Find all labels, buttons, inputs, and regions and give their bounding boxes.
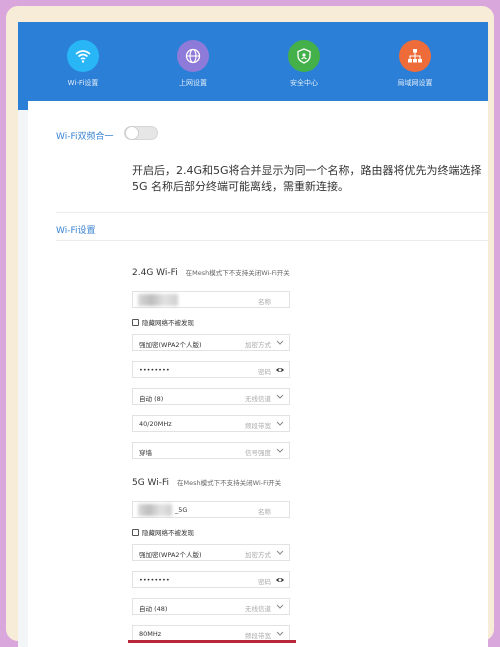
- eye-icon[interactable]: [275, 365, 285, 375]
- band-24-bandwidth-hint: 频段带宽: [245, 422, 271, 430]
- nav-label-lan: 局域网设置: [397, 79, 433, 87]
- dual-band-toggle[interactable]: [124, 126, 158, 140]
- band-24-encryption-select[interactable]: 强加密(WPA2个人版) 加密方式: [132, 334, 290, 351]
- section-divider: [56, 212, 488, 213]
- nav-label-security: 安全中心: [290, 79, 318, 87]
- chevron-down-icon: [276, 394, 284, 399]
- chevron-down-icon: [276, 340, 284, 345]
- band-5-bandwidth-hint: 频段带宽: [245, 632, 271, 640]
- redacted-ssid: [138, 294, 178, 306]
- band-5-encryption-hint: 加密方式: [245, 551, 271, 559]
- section-title-underline: [56, 240, 488, 241]
- settings-panel: Wi-Fi双频合一 开启后，2.4G和5G将合并显示为同一个名称，路由器将优先为…: [28, 101, 488, 647]
- band-5-hide-network[interactable]: 隐藏网络不被发现: [132, 527, 194, 537]
- band-5-name-input[interactable]: _5G 名称: [132, 501, 290, 518]
- band-5-password-value: ••••••••: [139, 576, 170, 584]
- band-5-channel-select[interactable]: 自动 (48) 无线信道: [132, 598, 290, 615]
- band-5-note: 在Mesh模式下不支持关闭Wi-Fi开关: [177, 479, 282, 487]
- band-5-name-suffix: _5G: [175, 506, 188, 514]
- band-24-encryption-value: 强加密(WPA2个人版): [139, 341, 202, 349]
- band-24-channel-select[interactable]: 自动 (8) 无线信道: [132, 388, 290, 405]
- highlight-underline: [128, 640, 296, 643]
- dual-band-label: Wi-Fi双频合一: [56, 132, 114, 142]
- nav-security-center[interactable]: 安全中心: [269, 40, 339, 88]
- band-24-signal-select[interactable]: 穿墙 信号强度: [132, 442, 290, 459]
- wifi-settings-section-title: Wi-Fi设置: [56, 226, 96, 236]
- shield-icon: [288, 40, 320, 72]
- band-24-signal-hint: 信号强度: [245, 449, 271, 457]
- band-24-name-hint: 名称: [258, 298, 271, 306]
- band-5-name-hint: 名称: [258, 508, 271, 516]
- dual-band-description: 开启后，2.4G和5G将合并显示为同一个名称，路由器将优先为终端选择5G 名称后…: [132, 164, 482, 193]
- band-5-password-hint: 密码: [258, 578, 271, 586]
- wifi-icon: [67, 40, 99, 72]
- network-icon: [399, 40, 431, 72]
- band-5-heading: 5G Wi-Fi 在Mesh模式下不支持关闭Wi-Fi开关: [132, 477, 281, 488]
- band-24-channel-hint: 无线信道: [245, 395, 271, 403]
- nav-lan-settings[interactable]: 局域网设置: [380, 40, 450, 88]
- band-24-password-input[interactable]: •••••••• 密码: [132, 361, 290, 378]
- band-24-heading: 2.4G Wi-Fi 在Mesh模式下不支持关闭Wi-Fi开关: [132, 267, 290, 278]
- band-24-note: 在Mesh模式下不支持关闭Wi-Fi开关: [185, 269, 290, 277]
- band-24-password-hint: 密码: [258, 368, 271, 376]
- band-24-hide-network[interactable]: 隐藏网络不被发现: [132, 317, 194, 327]
- nav-internet-settings[interactable]: 上网设置: [158, 40, 228, 88]
- band-24-bandwidth-select[interactable]: 40/20MHz 频段带宽: [132, 415, 290, 432]
- globe-icon: [177, 40, 209, 72]
- chevron-down-icon: [276, 604, 284, 609]
- nav-wifi-settings[interactable]: Wi-Fi设置: [48, 40, 118, 88]
- nav-label-internet: 上网设置: [179, 79, 207, 87]
- band-24-channel-value: 自动 (8): [139, 395, 164, 403]
- band-24-hide-checkbox[interactable]: [132, 318, 139, 326]
- toggle-knob: [125, 126, 139, 140]
- band-24-signal-value: 穿墙: [139, 449, 152, 457]
- chevron-down-icon: [276, 550, 284, 555]
- chevron-down-icon: [276, 421, 284, 426]
- band-24-hide-label: 隐藏网络不被发现: [142, 319, 194, 327]
- band-5-hide-label: 隐藏网络不被发现: [142, 529, 194, 537]
- band-5-bandwidth-value: 80MHz: [139, 630, 162, 638]
- nav-label-wifi: Wi-Fi设置: [67, 79, 99, 87]
- band-5-hide-checkbox[interactable]: [132, 528, 139, 536]
- eye-icon[interactable]: [275, 575, 285, 585]
- band-5-channel-hint: 无线信道: [245, 605, 271, 613]
- redacted-ssid: [138, 504, 172, 516]
- band-24-title: 2.4G Wi-Fi: [132, 268, 178, 278]
- band-24-encryption-hint: 加密方式: [245, 341, 271, 349]
- band-5-encryption-select[interactable]: 强加密(WPA2个人版) 加密方式: [132, 544, 290, 561]
- chevron-down-icon: [276, 631, 284, 636]
- band-5-encryption-value: 强加密(WPA2个人版): [139, 551, 202, 559]
- top-navigation-bar: Wi-Fi设置 上网设置 安全中心 局域网设置: [18, 22, 488, 111]
- band-24-bandwidth-value: 40/20MHz: [139, 420, 172, 428]
- band-5-password-input[interactable]: •••••••• 密码: [132, 571, 290, 588]
- chevron-down-icon: [276, 448, 284, 453]
- band-24-password-value: ••••••••: [139, 366, 170, 374]
- router-settings-screen: Wi-Fi设置 上网设置 安全中心 局域网设置 Wi-Fi双频合一 开启后，2.…: [18, 22, 488, 647]
- band-24-name-input[interactable]: 名称: [132, 291, 290, 308]
- band-5-channel-value: 自动 (48): [139, 605, 168, 613]
- band-5-title: 5G Wi-Fi: [132, 478, 170, 488]
